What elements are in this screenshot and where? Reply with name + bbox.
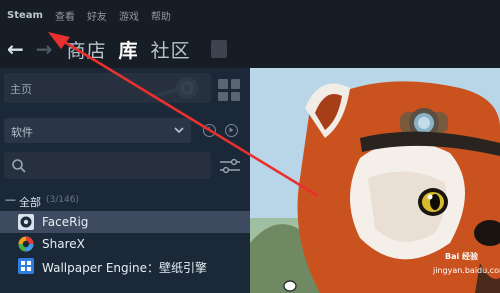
menu-view[interactable]: 查看 — [55, 8, 75, 23]
home-button[interactable]: 主页 — [4, 73, 211, 103]
nav-community[interactable]: 社区 — [151, 36, 191, 63]
game-name: FaceRig — [42, 215, 89, 229]
nav-library[interactable]: 库 — [119, 36, 139, 63]
menu-steam[interactable]: Steam — [7, 10, 43, 21]
nav-bar: ← → 商店 库 社区 — [0, 30, 500, 68]
search-row — [0, 150, 250, 180]
all-section-header[interactable]: — 全部 (3/146) — [0, 192, 250, 210]
clock-icon[interactable] — [203, 124, 216, 137]
forward-arrow-icon[interactable]: → — [36, 39, 53, 59]
game-row-facerig[interactable]: FaceRig — [0, 211, 250, 233]
game-name: ShareX — [42, 237, 85, 251]
search-input[interactable] — [32, 156, 206, 177]
game-name: Wallpaper Engine：壁纸引擎 — [42, 261, 207, 275]
red-panda-artwork: Bai 经验 jingyan.baidu.com — [250, 68, 500, 293]
game-row-wallpaper-engine[interactable]: Wallpaper Engine：壁纸引擎 — [0, 255, 250, 277]
nav-store[interactable]: 商店 — [67, 36, 107, 63]
profile-avatar[interactable] — [210, 40, 227, 58]
back-arrow-icon[interactable]: ← — [7, 39, 24, 59]
home-row: 主页 — [0, 70, 250, 106]
search-box — [4, 152, 211, 179]
menu-friends[interactable]: 好友 — [87, 8, 107, 23]
watermark-url: jingyan.baidu.com — [432, 266, 500, 275]
play-icon[interactable] — [225, 124, 238, 137]
category-dropdown[interactable]: 软件 — [4, 118, 191, 143]
filter-sliders-icon[interactable] — [219, 158, 241, 174]
wallpaper-engine-icon — [18, 258, 34, 274]
section-label: 全部 — [19, 196, 41, 209]
menu-help[interactable]: 帮助 — [151, 8, 171, 23]
chevron-down-icon — [174, 127, 184, 134]
menu-games[interactable]: 游戏 — [119, 8, 139, 23]
search-icon — [12, 159, 26, 173]
watermark-brand: Bai 经验 — [445, 251, 479, 261]
sharex-icon — [18, 236, 34, 252]
collapse-dash-icon: — — [5, 193, 16, 206]
category-label: 软件 — [11, 126, 33, 139]
menu-bar: Steam 查看 好友 游戏 帮助 — [0, 0, 500, 30]
game-hero-artwork: Bai 经验 jingyan.baidu.com — [250, 68, 500, 293]
steam-watermark-icon — [150, 77, 198, 99]
grid-view-icon[interactable] — [218, 79, 240, 101]
facerig-icon — [18, 214, 34, 230]
library-sidebar: 主页 软件 — 全部 (3/146) FaceRig ShareX Wallpa… — [0, 68, 250, 293]
home-label: 主页 — [10, 83, 32, 96]
section-count: (3/146) — [46, 195, 79, 205]
game-row-sharex[interactable]: ShareX — [0, 233, 250, 255]
filter-row: 软件 — [0, 115, 250, 145]
